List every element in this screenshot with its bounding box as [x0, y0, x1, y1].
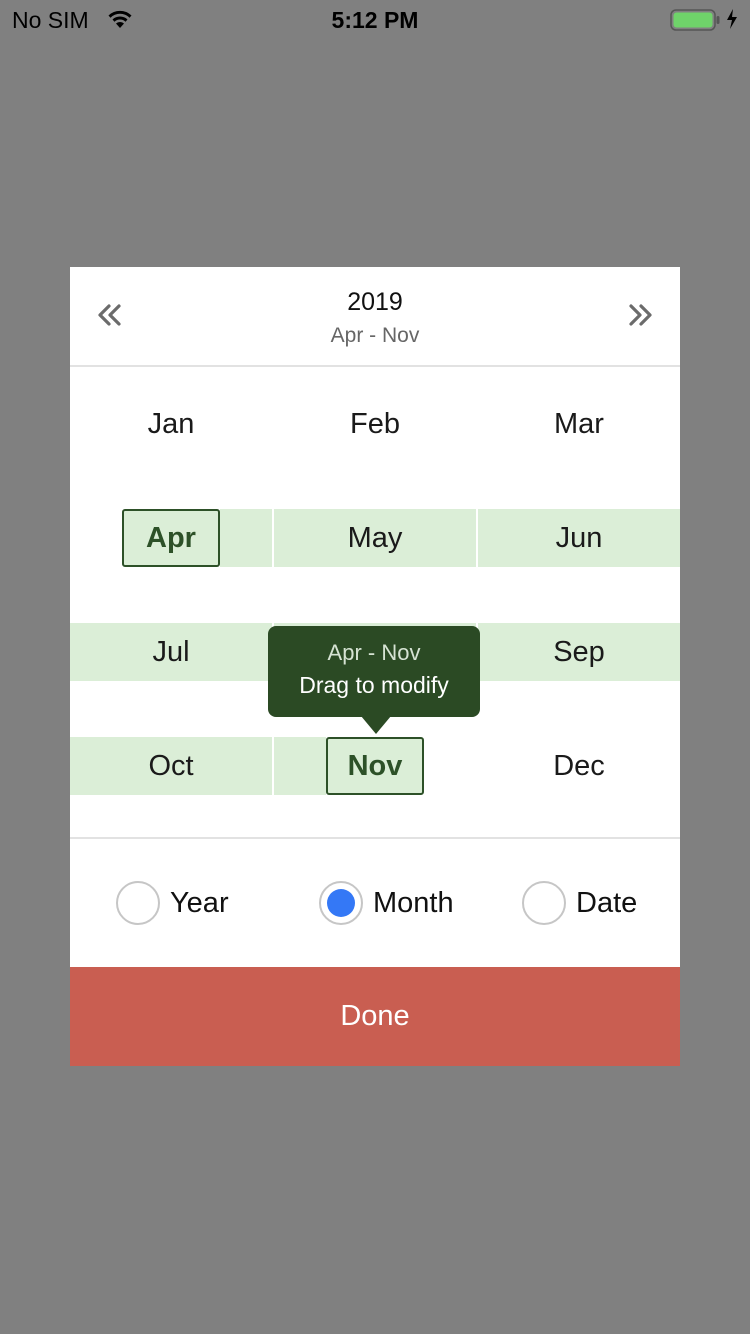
charging-bolt-icon: [726, 8, 738, 35]
radio-button[interactable]: [522, 881, 566, 925]
month-cell-jun[interactable]: Jun: [478, 509, 680, 567]
month-cell-sep[interactable]: Sep: [478, 623, 680, 681]
picker-header: 2019 Apr - Nov: [70, 267, 680, 367]
radio-label: Year: [170, 886, 229, 919]
radio-option-year[interactable]: Year: [116, 879, 229, 927]
radio-label: Month: [373, 886, 454, 919]
tooltip-range-text: Apr - Nov: [327, 640, 421, 665]
month-cell-mar[interactable]: Mar: [478, 395, 680, 453]
month-cell-may[interactable]: May: [274, 509, 476, 567]
month-cell-apr-range-start[interactable]: Apr: [122, 509, 220, 567]
radio-option-date[interactable]: Date: [522, 879, 637, 927]
month-cell-jul[interactable]: Jul: [70, 623, 272, 681]
clock: 5:12 PM: [331, 7, 419, 33]
month-cell-oct[interactable]: Oct: [70, 737, 272, 795]
status-bar: No SIM 5:12 PM: [0, 0, 750, 40]
picker-mode-selector: Year Month Date: [70, 837, 680, 969]
done-button[interactable]: Done: [70, 967, 680, 1066]
next-year-button[interactable]: [620, 299, 660, 335]
battery-icon: [670, 9, 720, 31]
month-cell-dec[interactable]: Dec: [478, 737, 680, 795]
tooltip-arrow: [361, 716, 391, 734]
double-chevron-right-icon: [625, 303, 655, 332]
month-cell-jan[interactable]: Jan: [70, 395, 272, 453]
month-cell-nov-range-end[interactable]: Nov: [326, 737, 424, 795]
year-title: 2019: [347, 288, 403, 316]
radio-button[interactable]: [116, 881, 160, 925]
month-cell-feb[interactable]: Feb: [274, 395, 476, 453]
radio-option-month[interactable]: Month: [319, 879, 454, 927]
range-highlight: [220, 509, 272, 567]
radio-label: Date: [576, 886, 638, 919]
range-highlight: [274, 737, 326, 795]
tooltip-hint-text: Drag to modify: [299, 672, 449, 698]
radio-button-selected[interactable]: [319, 881, 363, 925]
selected-range-subtitle: Apr - Nov: [330, 324, 420, 347]
radio-selected-dot: [327, 889, 355, 917]
month-range-picker: 2019 Apr - Nov Jan Feb Mar Apr May Jun J…: [70, 267, 680, 1066]
month-grid: Jan Feb Mar Apr May Jun Jul Sep Oct Nov …: [70, 367, 680, 837]
range-tooltip: Apr - Nov Drag to modify: [268, 626, 480, 717]
